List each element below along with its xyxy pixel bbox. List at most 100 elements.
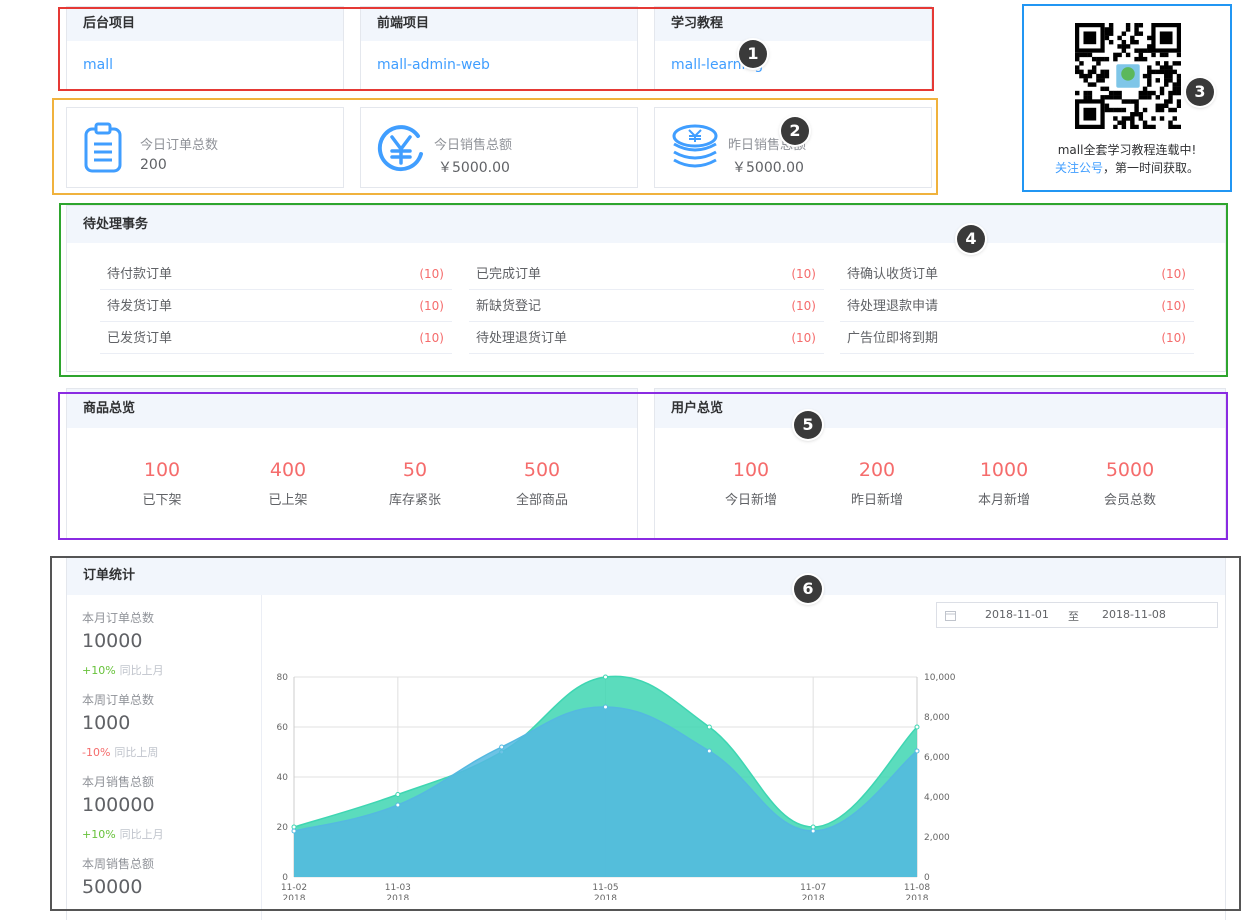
qr-module [1155,78,1160,83]
qr-module [1147,48,1152,53]
qr-module [1159,52,1165,58]
qr-module [1176,73,1181,79]
qr-module [1155,107,1160,113]
qr-module [1075,90,1080,96]
qr-module [1121,44,1127,49]
follow-account-link[interactable]: 关注公号 [1055,161,1103,175]
qr-module [1176,124,1181,129]
qr-module [1117,107,1122,113]
qr-module [1134,48,1139,53]
qr-module [1096,78,1101,83]
qr-module [1176,52,1181,58]
qr-module [1176,78,1181,83]
badge-2: 2 [781,117,809,145]
qr-module [1108,90,1114,96]
qr-module [1142,120,1148,125]
qr-caption-line1: mall全套学习教程连载中! [1057,143,1197,157]
qr-module [1172,82,1177,87]
qr-module [1138,90,1144,96]
qr-module [1168,95,1173,100]
qr-module [1164,73,1169,79]
qr-module [1147,35,1152,41]
qr-module [1091,69,1097,75]
qr-module [1164,82,1169,87]
qr-module [1168,73,1173,79]
qr-module [1147,78,1152,83]
qr-module [1159,90,1165,96]
qr-module [1159,69,1165,75]
qr-module [1125,52,1131,58]
qr-module [1142,107,1148,113]
qr-module [1104,56,1110,62]
qr-module [1172,86,1177,92]
qr-module [1100,78,1105,83]
qr-module [1113,107,1118,113]
qr-module [1155,61,1160,66]
qr-module [1121,99,1127,104]
qr-module [1138,52,1144,58]
qr-module [1104,86,1110,92]
qr-module [1142,86,1148,92]
qr-module [1121,48,1127,53]
qr-module [1142,73,1148,79]
qr-module [1087,69,1093,75]
qr-module [1159,107,1165,113]
qr-module [1147,65,1152,70]
qr-module [1164,99,1169,104]
qr-module [1108,107,1114,113]
qr-module [1134,107,1139,113]
qr-module [1108,95,1114,100]
qr-module [1142,48,1148,53]
qr-module [1147,95,1152,100]
badge-3: 3 [1186,78,1214,106]
qr-module [1151,90,1156,96]
qr-module [1113,90,1118,96]
qr-module [1091,82,1097,87]
qr-module [1096,56,1101,62]
qr-module [1134,31,1139,36]
qr-module [1172,69,1177,75]
qr-module [1117,95,1122,100]
qr-module [1168,69,1173,75]
qr-module [1134,124,1139,129]
qr-module [1104,103,1110,108]
qr-module [1130,116,1135,121]
qr-module [1075,56,1080,62]
qr-module [1147,124,1152,129]
qr-module [1075,65,1080,70]
qr-module [1117,90,1122,96]
qr-module [1155,95,1160,100]
qr-module [1168,90,1173,96]
qr-module [1134,56,1139,62]
qr-module [1083,73,1088,79]
qr-module [1176,99,1181,104]
qr-module [1164,78,1169,83]
qr-module [1100,73,1105,79]
qr-module [1130,112,1135,117]
qr-module [1138,116,1144,121]
qr-module [1172,124,1177,129]
qr-module [1147,73,1152,79]
qr-module [1079,52,1084,58]
highlight-box-6 [50,556,1241,911]
qr-module [1138,56,1144,62]
qr-finder-inner [1083,31,1097,45]
qr-module [1108,31,1114,36]
qr-module [1087,73,1093,79]
qr-module [1117,35,1122,41]
qr-module [1172,90,1177,96]
qr-module [1113,116,1118,121]
qr-module [1164,69,1169,75]
qr-module [1176,90,1181,96]
highlight-box-2 [52,98,938,195]
qr-module [1142,90,1148,96]
qr-module [1176,86,1181,92]
qr-module [1104,27,1110,32]
highlight-box-4 [59,203,1228,377]
qr-module [1130,120,1135,125]
qr-module [1164,103,1169,108]
qr-module [1147,44,1152,49]
qr-module [1159,86,1165,92]
qr-module [1172,116,1177,121]
qr-module [1151,69,1156,75]
